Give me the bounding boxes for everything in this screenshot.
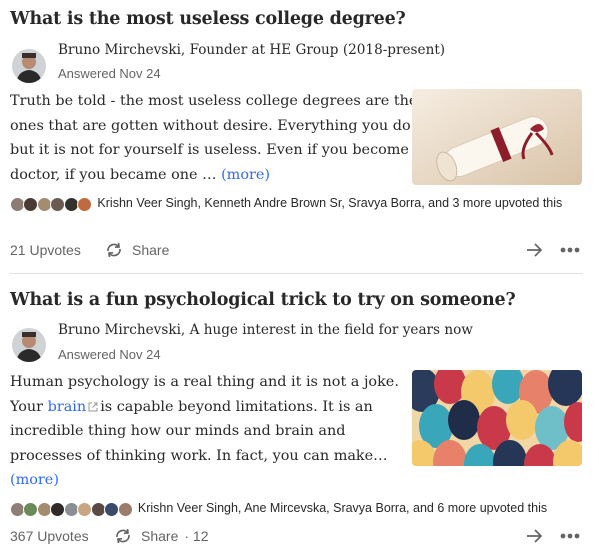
body-line: (more) xyxy=(10,468,402,493)
brain-link[interactable]: brain xyxy=(48,399,87,415)
body-line: incredible thing how our minds and brain… xyxy=(10,423,346,439)
upvoters-text: Krishn Veer Singh, Kenneth Andre Brown S… xyxy=(97,196,563,210)
upvoters-row[interactable]: Krishn Veer Singh, Kenneth Andre Brown S… xyxy=(10,195,583,212)
share-icon xyxy=(107,242,121,258)
answer-date[interactable]: Answered Nov 24 xyxy=(58,66,161,81)
body-line: Your brain is capable beyond limitations.… xyxy=(10,395,402,420)
body-line: Human psychology is a real thing and it … xyxy=(10,374,399,390)
action-bar: 367 Upvotes Share · 12 xyxy=(10,522,583,550)
author-avatar[interactable] xyxy=(12,328,46,362)
share-label: Share xyxy=(132,242,170,258)
upvoter-avatars[interactable] xyxy=(10,196,93,212)
author-credential[interactable]: Bruno Mirchevski, A huge interest in the… xyxy=(58,322,473,338)
downvote-arrow-icon xyxy=(527,529,542,543)
author-credential[interactable]: Bruno Mirchevski, Founder at HE Group (2… xyxy=(58,42,445,58)
body-line: processes of thinking work. In fact, you… xyxy=(10,447,388,464)
share-count: · 12 xyxy=(184,528,209,544)
body-line-text: Your xyxy=(10,398,48,415)
body-line: doctor, if you became one … (more) xyxy=(10,163,402,188)
colorful-heads-image[interactable] xyxy=(412,370,582,466)
body-line: Truth be told - the most useless college… xyxy=(10,93,418,109)
upvote-count: 21 Upvotes xyxy=(10,242,81,258)
answer-date[interactable]: Answered Nov 24 xyxy=(58,347,161,362)
diploma-scroll-image[interactable] xyxy=(412,89,582,185)
body-line: ones that are gotten without desire. Eve… xyxy=(10,117,411,134)
answer-body[interactable]: Truth be told - the most useless college… xyxy=(10,89,423,188)
share-label: Share xyxy=(141,528,179,544)
share-icon xyxy=(116,528,130,544)
more-link[interactable]: (more) xyxy=(10,472,59,488)
upvoter-avatar[interactable] xyxy=(117,501,133,517)
answer-body[interactable]: Human psychology is a real thing and it … xyxy=(10,370,402,493)
upvote-button[interactable]: 21 Upvotes xyxy=(10,236,81,264)
downvote-arrow-icon xyxy=(527,243,542,257)
question-title[interactable]: What is a fun psychological trick to try… xyxy=(10,290,516,310)
external-link-icon xyxy=(88,402,98,411)
body-line-text: is capable beyond limitations. It is an xyxy=(100,398,373,415)
share-button[interactable]: Share xyxy=(104,236,169,264)
more-options-icon xyxy=(560,247,580,253)
upvote-count: 367 Upvotes xyxy=(10,528,89,544)
action-bar: 21 Upvotes Share xyxy=(10,236,583,264)
upvote-button[interactable]: 367 Upvotes xyxy=(10,522,89,550)
answer-card: What is a fun psychological trick to try… xyxy=(0,274,599,559)
upvoters-text: Krishn Veer Singh, Ane Mircevska, Sravya… xyxy=(137,501,548,515)
more-link[interactable]: (more) xyxy=(221,167,270,183)
answer-card: What is the most useless college degree?… xyxy=(0,0,599,274)
upvoters-row[interactable]: Krishn Veer Singh, Ane Mircevska, Sravya… xyxy=(10,500,583,517)
body-line: but it is not for yourself is useless. E… xyxy=(10,142,423,158)
downvote-button[interactable] xyxy=(524,522,544,550)
upvoter-avatar[interactable] xyxy=(77,196,93,212)
question-title[interactable]: What is the most useless college degree? xyxy=(10,9,406,29)
author-avatar[interactable] xyxy=(12,49,46,83)
more-options-icon xyxy=(560,533,580,539)
more-options-button[interactable] xyxy=(559,236,581,264)
more-options-button[interactable] xyxy=(559,522,581,550)
downvote-button[interactable] xyxy=(524,236,544,264)
body-line-text: doctor, if you became one … xyxy=(10,166,222,183)
upvoter-avatars[interactable] xyxy=(10,501,133,517)
share-button[interactable]: Share · 12 xyxy=(113,522,208,550)
